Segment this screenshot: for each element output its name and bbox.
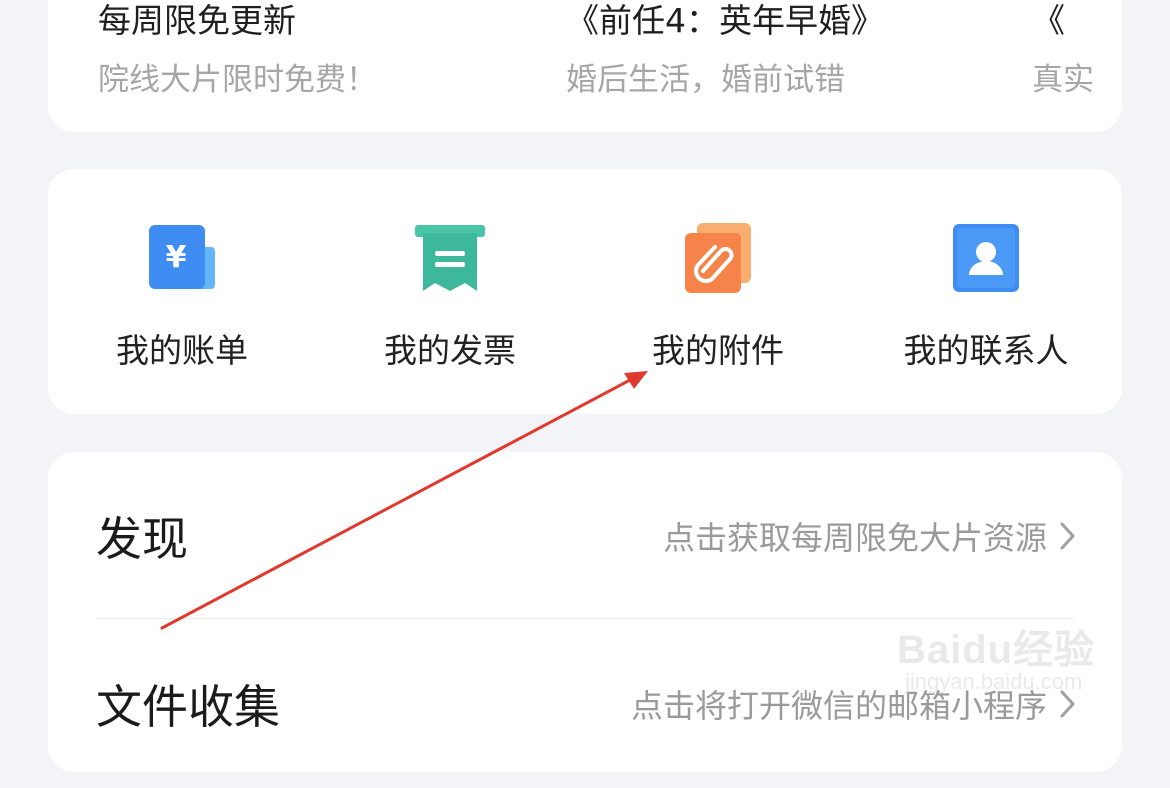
my-attachments-label: 我的附件: [652, 331, 784, 370]
file-collect-title: 文件收集: [96, 680, 280, 734]
promo-title: 《: [1032, 1, 1065, 40]
shortcut-card: ¥ 我的账单 我的发票 我的附件 我的联系人: [48, 169, 1122, 414]
promo-title: 每周限免更新: [98, 1, 296, 40]
list-card: 发现 点击获取每周限免大片资源 文件收集 点击将打开微信的邮箱小程序: [48, 452, 1122, 772]
file-collect-row[interactable]: 文件收集 点击将打开微信的邮箱小程序: [48, 620, 1122, 788]
chevron-right-icon: [1060, 690, 1075, 718]
divider: [96, 618, 1074, 619]
discover-title: 发现: [96, 512, 188, 566]
my-invoices-button[interactable]: 我的发票: [316, 169, 584, 414]
my-invoices-label: 我的发票: [384, 331, 516, 370]
contacts-icon: [953, 224, 1019, 292]
promo-subtitle: 院线大片限时免费！: [98, 62, 377, 98]
discover-row[interactable]: 发现 点击获取每周限免大片资源: [48, 452, 1122, 620]
my-contacts-button[interactable]: 我的联系人: [852, 169, 1120, 414]
promo-subtitle: 真实: [1032, 62, 1094, 98]
chevron-right-icon: [1060, 522, 1075, 550]
promo-card: 每周限免更新 院线大片限时免费！ 《前任4：英年早婚》 婚后生活，婚前试错 《 …: [48, 0, 1122, 132]
bill-symbol: ¥: [166, 240, 187, 275]
my-bills-label: 我的账单: [116, 331, 248, 370]
bill-icon: ¥: [149, 225, 215, 289]
my-attachments-button[interactable]: 我的附件: [584, 169, 852, 414]
discover-hint: 点击获取每周限免大片资源: [662, 519, 1047, 557]
promo-title: 《前任4：英年早婚》: [566, 1, 884, 40]
my-bills-button[interactable]: ¥ 我的账单: [48, 169, 316, 414]
file-collect-hint: 点击将打开微信的邮箱小程序: [630, 687, 1047, 725]
invoice-icon: [415, 225, 485, 291]
promo-subtitle: 婚后生活，婚前试错: [566, 62, 845, 98]
my-contacts-label: 我的联系人: [903, 331, 1069, 370]
attachment-icon: [685, 223, 751, 293]
